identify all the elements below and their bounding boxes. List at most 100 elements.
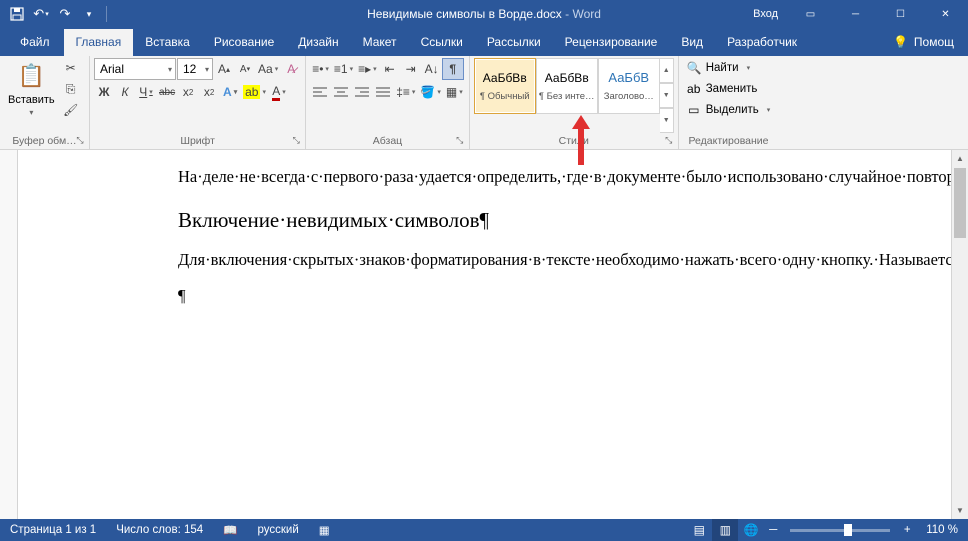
save-icon[interactable]	[6, 3, 28, 25]
read-mode-icon[interactable]: ▤	[686, 519, 712, 541]
styles-gallery: АаБбВв ¶ Обычный АаБбВв ¶ Без инте… АаБб…	[474, 58, 674, 133]
tell-me[interactable]: 💡Помощ	[881, 29, 968, 56]
clear-formatting-icon[interactable]: A̷	[281, 59, 301, 79]
align-right-icon[interactable]	[352, 82, 372, 102]
change-case-icon[interactable]: Aa	[256, 59, 280, 79]
justify-icon[interactable]	[373, 82, 393, 102]
dialog-launcher-icon[interactable]: ⤡	[453, 133, 467, 147]
page-content: На·деле·не·всегда·с·первого·раза·удается…	[18, 150, 951, 327]
tab-layout[interactable]: Макет	[351, 29, 409, 56]
sort-icon[interactable]: A↓	[422, 59, 442, 79]
tab-review[interactable]: Рецензирование	[553, 29, 670, 56]
align-left-icon[interactable]	[310, 82, 330, 102]
zoom-thumb[interactable]	[844, 524, 852, 536]
style-no-spacing[interactable]: АаБбВв ¶ Без инте…	[536, 58, 598, 114]
font-name-combo[interactable]: Arial	[94, 58, 176, 80]
search-icon: 🔍	[687, 61, 701, 75]
text-effects-icon[interactable]: A	[220, 82, 240, 102]
tab-draw[interactable]: Рисование	[202, 29, 286, 56]
zoom-slider[interactable]	[790, 529, 890, 532]
replace-icon: ab	[687, 82, 701, 96]
ribbon-options-icon[interactable]: ▭	[788, 0, 833, 28]
underline-button[interactable]: Ч	[136, 82, 156, 102]
tab-insert[interactable]: Вставка	[133, 29, 202, 56]
gallery-more-icon[interactable]: ▼	[660, 108, 674, 133]
tab-developer[interactable]: Разработчик	[715, 29, 809, 56]
group-font: Arial 12 A▴ A▾ Aa A̷ Ж К Ч abc x2 x2 A a…	[90, 56, 306, 149]
gallery-scroll: ▲ ▼ ▼	[660, 58, 674, 133]
highlight-icon[interactable]: ab	[241, 82, 268, 102]
redo-icon[interactable]: ↷	[54, 3, 76, 25]
italic-button[interactable]: К	[115, 82, 135, 102]
strikethrough-icon[interactable]: abc	[157, 82, 177, 102]
paragraph: Для·включения·скрытых·знаков·форматирова…	[178, 249, 931, 271]
minimize-icon[interactable]: ─	[833, 0, 878, 28]
align-center-icon[interactable]	[331, 82, 351, 102]
heading: Включение·невидимых·символов¶	[178, 206, 931, 234]
page-indicator[interactable]: Страница 1 из 1	[0, 519, 106, 541]
ribbon-tabs: Файл Главная Вставка Рисование Дизайн Ма…	[0, 28, 968, 56]
dialog-launcher-icon[interactable]: ⤡	[662, 133, 676, 147]
paste-button[interactable]: 📋 Вставить ▾	[4, 58, 59, 119]
qat-customize-icon[interactable]: ▾	[78, 3, 100, 25]
dialog-launcher-icon[interactable]: ⤡	[289, 133, 303, 147]
tab-references[interactable]: Ссылки	[409, 29, 475, 56]
scroll-up-icon[interactable]: ▲	[952, 150, 968, 167]
line-spacing-icon[interactable]: ‡≡	[394, 82, 417, 102]
undo-icon[interactable]: ↶▾	[30, 3, 52, 25]
zoom-in-icon[interactable]: +	[898, 524, 916, 536]
subscript-icon[interactable]: x2	[178, 82, 198, 102]
scroll-thumb[interactable]	[954, 168, 966, 238]
increase-indent-icon[interactable]: ⇥	[401, 59, 421, 79]
tab-design[interactable]: Дизайн	[286, 29, 350, 56]
replace-button[interactable]: abЗаменить	[683, 79, 775, 99]
tab-mailings[interactable]: Рассылки	[475, 29, 553, 56]
font-color-icon[interactable]: A	[269, 82, 289, 102]
style-heading1[interactable]: АаБбВ Заголово…	[598, 58, 660, 114]
grow-font-icon[interactable]: A▴	[214, 59, 234, 79]
group-paragraph: ≡• ≡1 ≡▸ ⇤ ⇥ A↓ ¶	[306, 56, 470, 149]
bulb-icon: 💡	[893, 35, 908, 49]
find-button[interactable]: 🔍Найти▾	[683, 58, 775, 78]
tab-home[interactable]: Главная	[64, 29, 134, 56]
select-button[interactable]: ▭Выделить▾	[683, 100, 775, 120]
gallery-up-icon[interactable]: ▲	[660, 58, 674, 83]
macro-icon[interactable]: ▦	[309, 519, 340, 541]
separator	[106, 6, 107, 22]
web-layout-icon[interactable]: 🌐	[738, 519, 764, 541]
spellcheck-icon[interactable]: 📖	[213, 519, 247, 541]
gallery-down-icon[interactable]: ▼	[660, 83, 674, 108]
style-normal[interactable]: АаБбВв ¶ Обычный	[474, 58, 536, 114]
font-size-combo[interactable]: 12	[177, 58, 213, 80]
multilevel-list-icon[interactable]: ≡▸	[356, 59, 379, 79]
show-hide-marks-button[interactable]: ¶	[443, 59, 463, 79]
tab-file[interactable]: Файл	[8, 29, 64, 56]
borders-icon[interactable]: ▦	[444, 82, 465, 102]
shading-icon[interactable]: 🪣	[418, 82, 442, 102]
zoom-level[interactable]: 110 %	[916, 524, 968, 536]
maximize-icon[interactable]: ☐	[878, 0, 923, 28]
bullets-icon[interactable]: ≡•	[310, 59, 331, 79]
decrease-indent-icon[interactable]: ⇤	[380, 59, 400, 79]
group-label: Шрифт	[94, 133, 301, 149]
close-icon[interactable]: ✕	[923, 0, 968, 28]
group-styles: АаБбВв ¶ Обычный АаБбВв ¶ Без инте… АаБб…	[470, 56, 679, 149]
language-indicator[interactable]: русский	[247, 519, 308, 541]
shrink-font-icon[interactable]: A▾	[235, 59, 255, 79]
print-layout-icon[interactable]: ▥	[712, 519, 738, 541]
word-count[interactable]: Число слов: 154	[106, 519, 213, 541]
scroll-down-icon[interactable]: ▼	[952, 502, 968, 519]
sign-in-button[interactable]: Вход	[743, 0, 788, 28]
cut-icon[interactable]: ✂	[61, 58, 81, 78]
zoom-out-icon[interactable]: ─	[764, 524, 782, 536]
dialog-launcher-icon[interactable]: ⤡	[73, 133, 87, 147]
bold-button[interactable]: Ж	[94, 82, 114, 102]
superscript-icon[interactable]: x2	[199, 82, 219, 102]
copy-icon[interactable]: ⎘	[61, 79, 81, 99]
tab-view[interactable]: Вид	[669, 29, 715, 56]
vertical-scrollbar[interactable]: ▲ ▼	[951, 150, 968, 519]
paragraph: ¶	[178, 285, 931, 307]
format-painter-icon[interactable]: 🖌	[61, 100, 81, 120]
numbering-icon[interactable]: ≡1	[332, 59, 355, 79]
document-area[interactable]: На·деле·не·всегда·с·первого·раза·удается…	[18, 150, 951, 519]
